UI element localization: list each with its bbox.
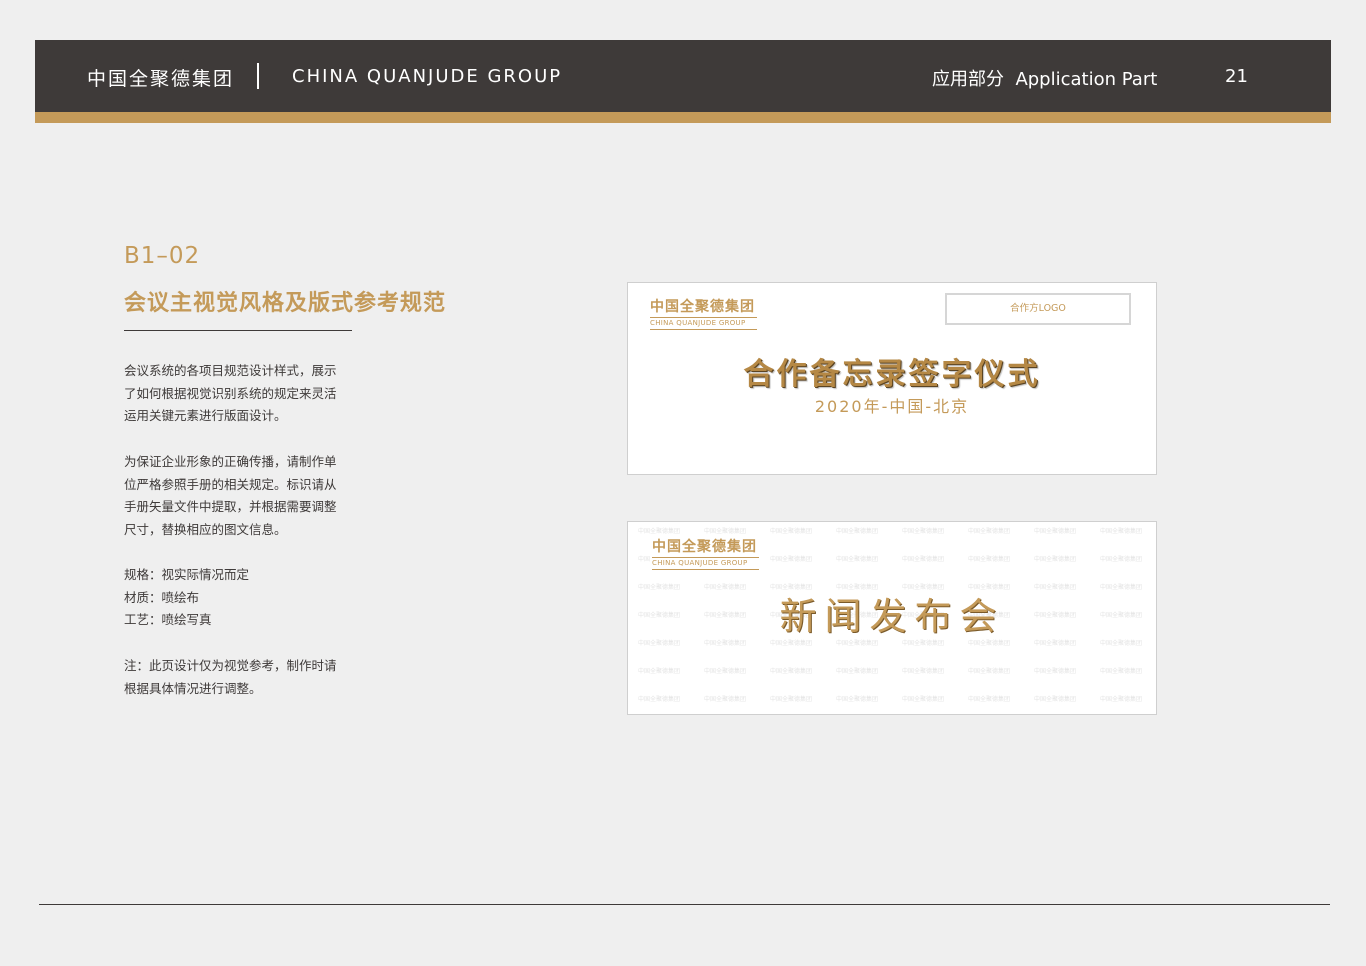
pattern-logo-mark: 中国全聚德集团: [836, 528, 879, 535]
pattern-logo-mark: 中国全聚德集团: [638, 696, 681, 703]
note-paragraph: 注：此页设计仅为视觉参考，制作时请 根据具体情况进行调整。: [124, 655, 359, 700]
pattern-logo-mark: 中国全聚德集团: [836, 556, 879, 563]
text-line: 手册矢量文件中提取，并根据需要调整: [124, 499, 337, 515]
pattern-logo-mark: 中国全聚德集团: [1100, 696, 1143, 703]
pattern-logo-mark: 中国全聚德集团: [1100, 640, 1143, 647]
header-section-label: 应用部分 Application Part: [932, 69, 1158, 90]
signing-ceremony-backdrop: 中国全聚德集团 CHINA QUANJUDE GROUP 合作方LOGO 合作备…: [627, 282, 1157, 475]
logo-rule: [652, 569, 759, 570]
backdrop-subtitle: 2020年-中国-北京: [814, 397, 970, 416]
logo-rule: [652, 557, 759, 558]
text-line: 运用关键元素进行版面设计。: [124, 408, 287, 424]
backdrop-title: 新闻发布会: [779, 595, 1005, 638]
text-line: 注：此页设计仅为视觉参考，制作时请: [124, 658, 337, 673]
pattern-logo-mark: 中国全聚德集团: [638, 668, 681, 675]
pattern-logo-mark: 中国全聚德集团: [704, 640, 747, 647]
text-line: 了如何根据视觉识别系统的规定来灵活: [124, 385, 337, 401]
pattern-logo-mark: 中国全聚德集团: [968, 696, 1011, 703]
pattern-logo-mark: 中国全聚德集团: [638, 640, 681, 647]
pattern-logo-mark: 中国全聚德集团: [968, 556, 1011, 563]
pattern-logo-mark: 中国全聚德集团: [836, 640, 879, 647]
pattern-logo-mark: 中国全聚德集团: [836, 668, 879, 675]
description-paragraph-2: 为保证企业形象的正确传播，请制作单 位严格参照手册的相关规定。标识请从 手册矢量…: [124, 451, 359, 542]
header-divider: [257, 63, 259, 89]
pattern-logo-mark: 中国全聚德集团: [770, 696, 813, 703]
logo-cn-text: 中国全聚德集团: [652, 539, 757, 555]
pattern-logo-mark: 中国全聚德集团: [704, 696, 747, 703]
pattern-logo-mark: 中国全聚德集团: [968, 640, 1011, 647]
header-gold-stripe: [35, 112, 1331, 123]
pattern-logo-mark: 中国全聚德集团: [770, 640, 813, 647]
spec-size: 规格：视实际情况而定: [124, 567, 250, 582]
spec-process: 工艺：喷绘写真: [124, 612, 212, 628]
pattern-logo-mark: 中国全聚德集团: [968, 668, 1011, 675]
pattern-logo-mark: 中国全聚德集团: [704, 668, 747, 675]
backdrop-title: 合作备忘录签字仪式: [743, 357, 1041, 392]
pattern-logo-mark: 中国全聚德集团: [902, 668, 945, 675]
pattern-logo-mark: 中国全聚德集团: [902, 528, 945, 535]
page-title: 会议主视觉风格及版式参考规范: [124, 291, 447, 316]
pattern-logo-mark: 中国全聚德集团: [1100, 556, 1143, 563]
quanjude-logo: 中国全聚德集团 CHINA QUANJUDE GROUP: [650, 538, 761, 571]
pattern-logo-mark: 中国全聚德集团: [1100, 528, 1143, 535]
quanjude-logo: 中国全聚德集团 CHINA QUANJUDE GROUP: [650, 299, 757, 330]
pattern-logo-mark: 中国全聚德集团: [770, 556, 813, 563]
logo-en-text: CHINA QUANJUDE GROUP: [650, 319, 746, 327]
pattern-logo-mark: 中国全聚德集团: [1034, 556, 1077, 563]
pattern-logo-mark: 中国全聚德集团: [902, 640, 945, 647]
spec-list: 规格：视实际情况而定 材质：喷绘布 工艺：喷绘写真: [124, 564, 359, 632]
pattern-logo-mark: 中国全聚德集团: [902, 696, 945, 703]
pattern-logo-mark: 中国全聚德集团: [1034, 696, 1077, 703]
logo-rule: [650, 317, 757, 318]
pattern-logo-mark: 中国全聚德集团: [770, 668, 813, 675]
footer-rule: [39, 904, 1330, 905]
header-brand-cn: 中国全聚德集团: [87, 68, 235, 90]
press-conference-backdrop: 中国全聚德集团 中国全聚德集团 中国全聚德集团 中国全聚德集团 中国全聚德集团 中国全聚德…: [627, 521, 1157, 715]
text-line: 位严格参照手册的相关规定。标识请从: [124, 476, 337, 492]
pattern-logo-mark: 中国全聚德集团: [770, 528, 813, 535]
logo-cn-text: 中国全聚德集团: [650, 299, 755, 315]
pattern-logo-mark: 中国全聚德集团: [1100, 668, 1143, 675]
page-number: 21: [1225, 66, 1248, 87]
partner-logo-placeholder: 合作方LOGO: [945, 293, 1131, 325]
pattern-logo-mark: 中国全聚德集团: [836, 696, 879, 703]
pattern-logo-mark: 中国全聚德集团: [1034, 640, 1077, 647]
section-code: B1–02: [124, 243, 201, 269]
text-line: 会议系统的各项目规范设计样式，展示: [124, 363, 337, 378]
spec-material: 材质：喷绘布: [124, 589, 200, 605]
description-paragraph-1: 会议系统的各项目规范设计样式，展示 了如何根据视觉识别系统的规定来灵活 运用关键…: [124, 360, 359, 428]
pattern-logo-mark: 中国全聚德集团: [1034, 528, 1077, 535]
pattern-logo-mark: 中国全聚德集团: [902, 556, 945, 563]
pattern-logo-mark: 中国全聚德集团: [1034, 668, 1077, 675]
header-brand-en: CHINA QUANJUDE GROUP: [292, 66, 563, 87]
pattern-logo-mark: 中国全聚德集团: [968, 528, 1011, 535]
text-line: 根据具体情况进行调整。: [124, 680, 262, 696]
logo-rule: [650, 329, 757, 330]
title-underline: [124, 330, 352, 331]
text-line: 尺寸，替换相应的图文信息。: [124, 522, 287, 538]
text-line: 为保证企业形象的正确传播，请制作单: [124, 454, 337, 469]
page-header: 中国全聚德集团 CHINA QUANJUDE GROUP 应用部分 Applic…: [35, 40, 1331, 112]
logo-en-text: CHINA QUANJUDE GROUP: [652, 559, 748, 567]
